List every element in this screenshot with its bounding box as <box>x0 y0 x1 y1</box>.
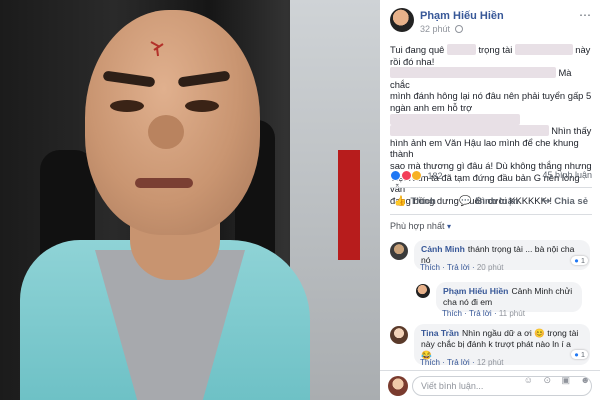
comment-count[interactable]: 45 bình luận <box>542 170 592 180</box>
post-text-line: ▇▇▇▇▇▇▇▇▇▇▇▇▇▇▇▇▇▇▇▇▇▇ Nhìn thấy <box>390 125 592 137</box>
author-name[interactable]: Phạm Hiếu Hiền <box>420 10 504 22</box>
commenter-name[interactable]: Tina Trần <box>421 328 459 338</box>
comment-time[interactable]: 12 phút <box>477 358 504 367</box>
composer-tool-icons[interactable]: ☺ ⊙ ▣ ☻ <box>524 375 594 386</box>
post-photo[interactable] <box>0 0 380 400</box>
redacted-text: ▇▇▇▇▇▇▇▇▇▇▇▇▇▇▇▇▇▇ <box>390 113 520 125</box>
post-header: Phạm Hiếu Hiền 32 phút ⋯ <box>390 6 592 36</box>
photo-forehead-mark <box>150 41 164 57</box>
comment-like-link[interactable]: Thích <box>420 358 440 367</box>
share-icon: ↪ <box>541 195 551 207</box>
redacted-text: ▇▇▇▇▇▇▇▇▇▇▇▇▇▇▇▇▇▇▇▇▇▇▇ <box>390 67 556 79</box>
comment-reaction-count: 1 <box>580 350 585 359</box>
sort-label: Phù hợp nhất <box>390 221 445 231</box>
post-text-line: ▇▇▇▇▇▇▇▇▇▇▇▇▇▇▇▇▇▇▇▇▇▇▇ Mà chắc <box>390 67 592 90</box>
photo-eye-left <box>110 100 144 112</box>
commenter-name[interactable]: Phạm Hiếu Hiền <box>443 286 508 296</box>
post-text-segment: Nhìn thấy <box>551 125 592 137</box>
haha-reaction-icon <box>411 170 423 181</box>
like-reaction-icon <box>390 170 401 181</box>
share-button[interactable]: ↪ Chia sẻ <box>538 191 592 211</box>
more-options-icon[interactable]: ⋯ <box>579 8 592 22</box>
reaction-bar[interactable]: 182 45 bình luận <box>390 170 592 184</box>
comment-actions: Thích · Trả lời · 12 phút <box>420 358 504 367</box>
comment-time[interactable]: 11 phút <box>499 309 525 318</box>
comment-reaction-badge[interactable]: ● 1 <box>571 350 588 359</box>
comment-like-link[interactable]: Thích <box>420 263 440 272</box>
like-reaction-icon: ● <box>574 256 579 265</box>
post-text-line: hình ảnh em Văn Hậu lao mình để che khun… <box>390 137 592 160</box>
chevron-down-icon: ▾ <box>446 222 451 231</box>
author-avatar[interactable] <box>390 8 414 32</box>
like-label: Thích <box>410 195 436 207</box>
like-button[interactable]: 👍 Thích <box>390 191 440 211</box>
comment-actions: Thích · Trả lời · 11 phút <box>442 309 525 318</box>
comment-composer: Viết bình luận... ☺ ⊙ ▣ ☻ <box>380 370 600 400</box>
love-reaction-icon <box>400 170 412 181</box>
comment-actions: Thích · Trả lời · 20 phút <box>420 263 504 272</box>
post-text-segment: ngàn anh em hỗ trợ <box>390 101 473 113</box>
comment-bubble: Phạm Hiếu Hiền Cảnh Minh chửi cha nó đi e… <box>436 282 582 312</box>
photo-eye-right <box>185 100 219 112</box>
globe-icon <box>454 25 463 33</box>
current-user-avatar <box>388 376 408 396</box>
share-label: Chia sẻ <box>554 195 588 207</box>
comment-icon: 💬 <box>458 195 472 207</box>
commenter-avatar[interactable] <box>390 326 408 344</box>
comment-label: Bình luận <box>475 195 519 207</box>
comment-like-link[interactable]: Thích <box>442 309 462 318</box>
like-reaction-icon: ● <box>574 350 579 359</box>
post-panel: Phạm Hiếu Hiền 32 phút ⋯ Tui đang quê ▇▇… <box>380 0 600 400</box>
comment-time[interactable]: 20 phút <box>477 263 504 272</box>
redacted-text: ▇▇▇▇▇▇▇▇ <box>514 44 573 55</box>
photo-mouth <box>135 178 193 188</box>
comment-reply-link[interactable]: Trả lời <box>447 263 470 272</box>
thumbs-up-icon: 👍 <box>394 195 407 207</box>
commenter-avatar[interactable] <box>416 284 430 298</box>
action-bar: 👍 Thích 💬 Bình luận ↪ Chia sẻ <box>390 191 592 211</box>
commenter-name[interactable]: Cảnh Minh <box>421 244 465 254</box>
redacted-text: ▇▇▇▇▇▇▇▇▇▇▇▇▇▇▇▇▇▇▇▇▇▇ <box>390 125 549 137</box>
comment-input-placeholder: Viết bình luận... <box>421 381 484 391</box>
reaction-count[interactable]: 182 <box>428 171 443 181</box>
post-text-line: Tui đang quê ▇▇▇▇ trọng tài ▇▇▇▇▇▇▇▇ này… <box>390 44 592 67</box>
post-text-line: ngàn anh em hỗ trợ ▇▇▇▇▇▇▇▇▇▇▇▇▇▇▇▇▇▇ <box>390 102 592 125</box>
comment-reply-link[interactable]: Trả lời <box>469 309 492 318</box>
comment-reply-link[interactable]: Trả lời <box>447 358 470 367</box>
post-text-line: mình đánh hông lại nó đâu nên phải tuyển… <box>390 90 592 102</box>
commenter-avatar[interactable] <box>390 242 408 260</box>
comment-sort-dropdown[interactable]: Phù hợp nhất ▾ <box>390 221 451 231</box>
post-text-segment: mình đánh hông lại nó đâu nên phải tuyển… <box>390 90 592 102</box>
redacted-text: ▇▇▇▇ <box>447 44 476 55</box>
comment-reaction-count: 1 <box>580 256 585 265</box>
divider <box>390 187 592 188</box>
post-text-segment: Tui đang quê <box>390 44 445 55</box>
photo-red-cloth <box>338 150 360 260</box>
photo-nose <box>148 115 184 149</box>
post-text-segment: trọng tài <box>478 44 513 55</box>
comment-button[interactable]: 💬 Bình luận <box>455 191 523 211</box>
post-text-segment: hình ảnh em Văn Hậu lao mình để che khun… <box>390 136 579 160</box>
post-meta: 32 phút <box>420 24 463 34</box>
post-time[interactable]: 32 phút <box>420 24 450 34</box>
divider <box>390 214 592 215</box>
comment-reaction-badge[interactable]: ● 1 <box>571 256 588 265</box>
